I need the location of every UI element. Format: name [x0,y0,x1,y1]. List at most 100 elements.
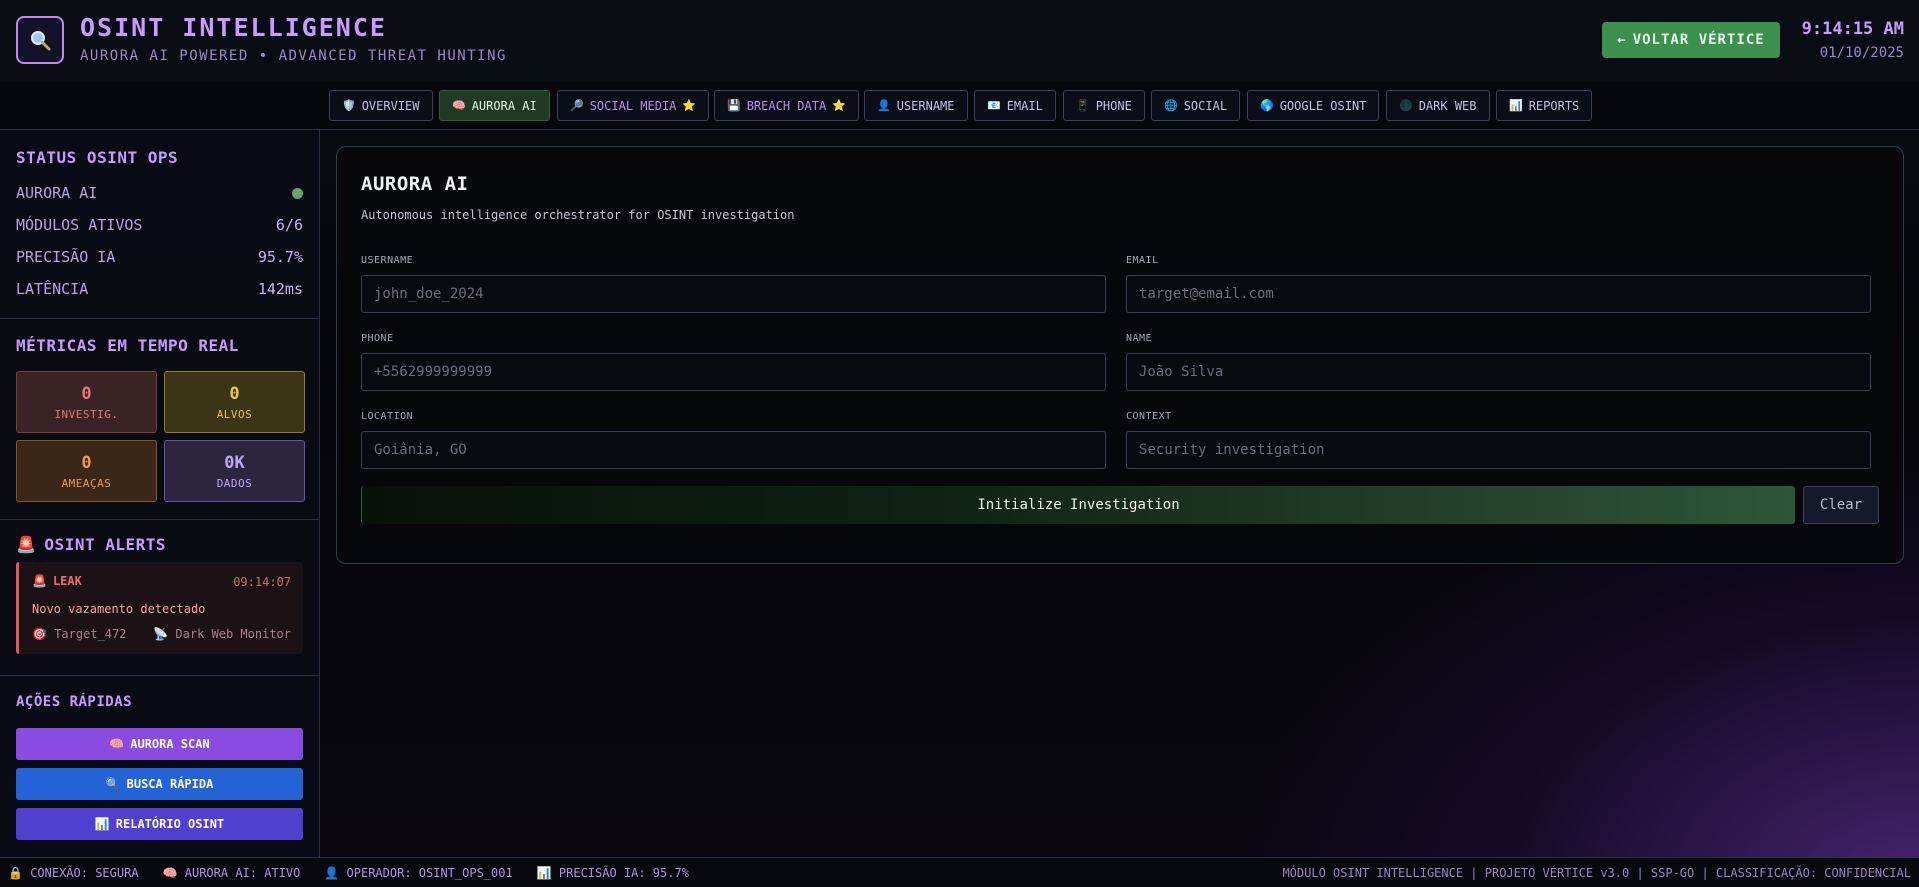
status-title: STATUS OSINT OPS [16,148,179,167]
search-icon: 🔍 [105,777,121,791]
email-label: EMAIL [1126,255,1159,266]
osint-report-button[interactable]: 📊 RELATÓRIO OSINT [16,808,303,840]
brain-icon: 🧠 [109,737,125,751]
alert-target-label: Target_472 [54,627,127,641]
tab-label: PHONE [1095,98,1132,113]
tab-label: DARK WEB [1418,98,1477,113]
name-field[interactable] [1126,353,1871,391]
phone-label: PHONE [361,333,394,344]
clock-time: 9:14:15 AM [1801,19,1904,39]
magnifier-icon: 🔎 [570,99,584,112]
status-label: PRECISÃO IA [16,248,116,266]
username-label: USERNAME [361,255,414,266]
arrow-left-icon: ← [1617,32,1627,48]
tab-label: EMAIL [1006,98,1043,113]
tab-google-osint[interactable]: 🌎 GOOGLE OSINT [1247,90,1380,121]
name-label: NAME [1126,333,1153,344]
alerts-title: 🚨 OSINT ALERTS [16,535,166,554]
precision-status: 📊 PRECISÃO IA: 95.7% [537,866,689,880]
earth-icon: 🌎 [1260,99,1274,112]
alert-type-label: LEAK [52,574,82,588]
status-row-modules: MÓDULOS ATIVOS 6/6 [16,216,303,234]
bar-chart-icon: 📊 [536,865,552,880]
sidebar: STATUS OSINT OPS AURORA AI MÓDULOS ATIVO… [0,130,320,857]
back-to-vertice-button[interactable]: ← VOLTAR VÉRTICE [1602,22,1780,58]
user-icon: 👤 [324,865,340,880]
status-online-dot [292,187,303,199]
initialize-investigation-button[interactable]: Initialize Investigation [361,486,1795,524]
quick-actions-section: AÇÕES RÁPIDAS 🧠 AURORA SCAN 🔍 BUSCA RÁPI… [0,676,320,857]
metrics-section: MÉTRICAS EM TEMPO REAL 0 INVESTIG. 0 ALV… [0,319,320,520]
clock: 9:14:15 AM 01/10/2025 [1802,19,1904,61]
tab-reports[interactable]: 📊 REPORTS [1496,90,1593,121]
status-text: CONEXÃO: SEGURA [30,865,139,880]
lock-icon: 🔒 [8,865,23,880]
tab-label: GOOGLE OSINT [1279,98,1367,113]
bar-chart-icon: 📊 [1509,99,1523,112]
globe-icon: 🌐 [1164,99,1178,112]
floppy-disk-icon: 💾 [727,99,741,112]
metric-value: 0 [81,452,92,473]
tab-label: AURORA AI [471,98,537,113]
alert-time: 09:14:07 [233,575,291,589]
aurora-status: 🧠 AURORA AI: ATIVO [163,866,301,880]
operator-status: 👤 OPERADOR: OSINT_OPS_001 [324,866,512,880]
star-icon: ⭐ [682,99,697,112]
status-row-aurora: AURORA AI [16,184,303,202]
tab-aurora-ai[interactable]: 🧠 AURORA AI [439,90,550,121]
clear-button[interactable]: Clear [1803,486,1879,524]
brain-icon: 🧠 [452,99,466,112]
context-field[interactable] [1126,431,1871,469]
tab-social[interactable]: 🌐 SOCIAL [1151,90,1241,121]
tab-email[interactable]: 📧 EMAIL [974,90,1056,121]
metric-threats: 0 AMEAÇAS [16,440,157,502]
email-field[interactable] [1126,275,1871,313]
status-text: OPERADOR: OSINT_OPS_001 [346,865,513,880]
button-label: BUSCA RÁPIDA [126,777,214,791]
aurora-ai-panel: AURORA AI Autonomous intelligence orches… [336,146,1904,564]
app-subtitle: AURORA AI POWERED • ADVANCED THREAT HUNT… [80,48,507,64]
tab-phone[interactable]: 📱 PHONE [1063,90,1145,121]
metric-investigations: 0 INVESTIG. [16,371,157,433]
tab-username[interactable]: 👤 USERNAME [864,90,968,121]
tab-overview[interactable]: 🛡️ OVERVIEW [329,90,433,121]
status-text: PRECISÃO IA: 95.7% [558,865,689,880]
quick-actions-title: AÇÕES RÁPIDAS [16,694,133,710]
location-field[interactable] [361,431,1106,469]
tab-breach-data[interactable]: 💾 BREACH DATA ⭐ [714,90,859,121]
alert-source: 📡 Dark Web Monitor [153,627,291,641]
status-section: STATUS OSINT OPS AURORA AI MÓDULOS ATIVO… [0,130,320,319]
clock-date: 01/10/2025 [1819,45,1904,61]
metric-label: DADOS [216,476,253,490]
tab-dark-web[interactable]: 🌑 DARK WEB [1386,90,1490,121]
aurora-scan-button[interactable]: 🧠 AURORA SCAN [16,728,303,760]
brain-icon: 🧠 [162,865,178,880]
app-logo [16,16,64,64]
user-icon: 👤 [877,99,891,112]
siren-icon: 🚨 [32,574,47,588]
status-label: AURORA AI [16,184,98,202]
alert-message: Novo vazamento detectado [32,602,206,616]
status-row-precision: PRECISÃO IA 95.7% [16,248,303,266]
phone-field[interactable] [361,353,1106,391]
star-icon: ⭐ [832,99,846,112]
quick-search-button[interactable]: 🔍 BUSCA RÁPIDA [16,768,303,800]
alert-card[interactable]: 🚨 LEAK 09:14:07 Novo vazamento detectado… [16,562,303,654]
tab-label: SOCIAL [1183,98,1228,113]
module-tabs: 🛡️ OVERVIEW 🧠 AURORA AI 🔎 SOCIAL MEDIA ⭐… [0,82,1919,130]
metric-targets: 0 ALVOS [164,371,305,433]
app-title: OSINT INTELLIGENCE [80,13,387,42]
phone-icon: 📱 [1076,99,1090,112]
status-label: LATÊNCIA [16,280,89,298]
metric-label: AMEAÇAS [61,476,112,490]
alerts-title-text: OSINT ALERTS [44,535,167,554]
tab-social-media[interactable]: 🔎 SOCIAL MEDIA ⭐ [557,90,710,121]
siren-icon: 🚨 [16,535,37,554]
back-button-label: VOLTAR VÉRTICE [1632,32,1765,48]
metric-value: 0 [81,383,92,404]
metric-label: INVESTIG. [54,407,119,421]
username-field[interactable] [361,275,1106,313]
button-label: RELATÓRIO OSINT [115,817,225,831]
alerts-section: 🚨 OSINT ALERTS 🚨 LEAK 09:14:07 Novo vaza… [0,520,320,676]
location-label: LOCATION [361,411,414,422]
